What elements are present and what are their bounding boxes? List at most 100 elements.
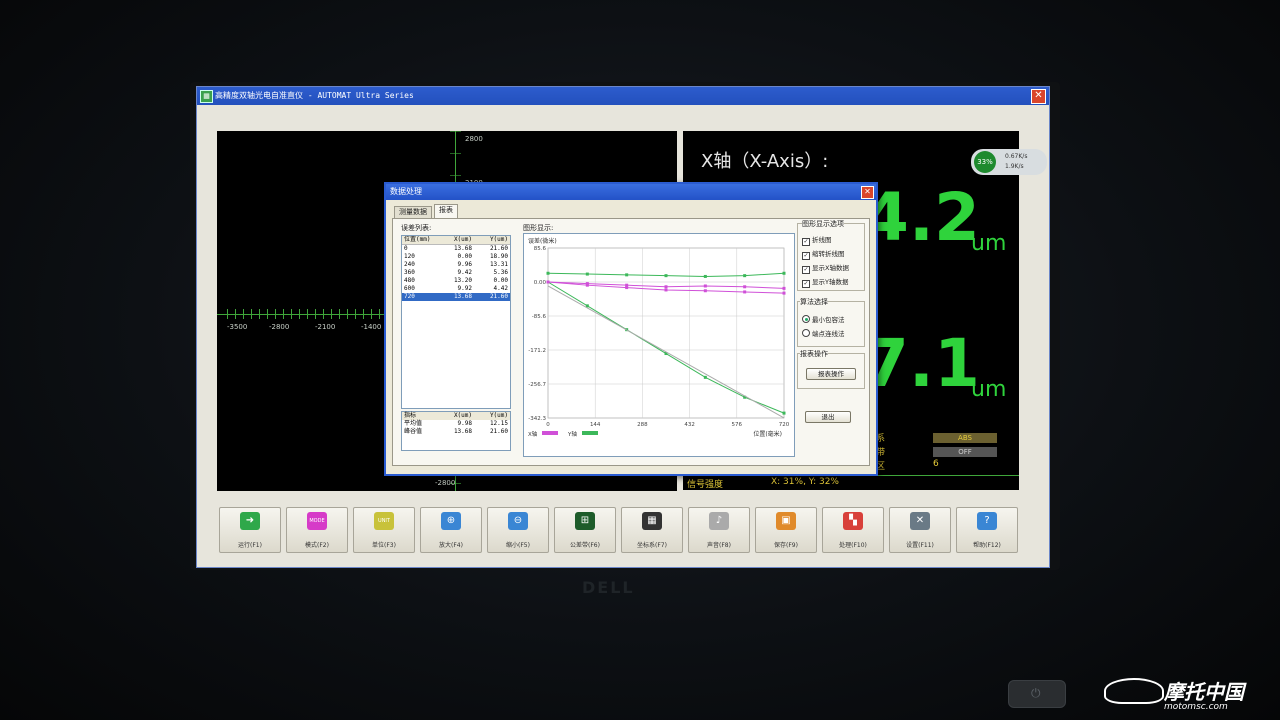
- data-point: [703, 375, 707, 379]
- toolbar-button-label: 公差带(F6): [570, 542, 600, 549]
- dialog-close-button[interactable]: ✕: [861, 186, 874, 199]
- toolbar-button-5[interactable]: ⊞ 公差带(F6): [554, 507, 616, 553]
- table-cell: X(um): [453, 412, 472, 419]
- radio-icon: [802, 315, 810, 323]
- algo-endpoint[interactable]: 端点连线法: [802, 328, 845, 338]
- tolerance-icon: ⊞: [575, 512, 595, 530]
- tab-measure-data[interactable]: 测量数据: [394, 206, 432, 218]
- window-title: 高精度双轴光电自准直仪 - AUTOMAT Ultra Series: [215, 91, 414, 100]
- table-cell: 360: [404, 269, 415, 276]
- summary-table: 指标 X(um) Y(um) 平均值 9.98 12.15 峰谷值 13.68 21.60: [401, 411, 511, 451]
- mode-icon: MODE: [307, 512, 327, 530]
- x-tick-label: 288: [637, 422, 648, 428]
- scope-x-tick: -3500: [227, 323, 248, 331]
- table-row[interactable]: 480 13.20 0.00: [402, 277, 510, 285]
- motorcycle-logo-icon: [1104, 678, 1164, 704]
- table-row[interactable]: 120 0.00 18.90: [402, 253, 510, 261]
- zoom-out-icon: ⊖: [508, 512, 528, 530]
- table-cell: 12.15: [489, 420, 508, 427]
- toolbar-button-label: 声音(F8): [707, 542, 731, 549]
- power-button[interactable]: ⏻: [1008, 680, 1066, 708]
- table-row[interactable]: 平均值 9.98 12.15: [402, 420, 510, 428]
- scope-x-ticks: [227, 309, 392, 319]
- checkbox-icon: ✓: [802, 252, 810, 260]
- option-rotated-line-chart[interactable]: ✓ 缩转折线图: [802, 248, 845, 260]
- y-tick-label: -256.7: [528, 382, 546, 388]
- toolbar-button-4[interactable]: ⊖ 缩小(F5): [487, 507, 549, 553]
- table-cell: 600: [404, 285, 415, 292]
- y-tick-label: -171.2: [528, 348, 546, 354]
- sound-icon: ♪: [709, 512, 729, 530]
- legend-swatch: [582, 431, 598, 435]
- error-chart: 85.6 0.00 -85.6 -171.2 -256.7 -342.3 0 144 288 43…: [523, 233, 795, 457]
- watermark: 摩托中国 motomsc.com: [1104, 676, 1274, 716]
- data-point: [782, 271, 786, 275]
- error-table[interactable]: 位置(mm) X(um) Y(um) 0 13.68 21.60 120 0.00 18.90 2…: [401, 235, 511, 409]
- data-point: [664, 288, 668, 292]
- toolbar-button-label: 设置(F11): [906, 542, 934, 549]
- error-chart-svg: 85.6 0.00 -85.6 -171.2 -256.7 -342.30 144 288 43…: [528, 237, 790, 438]
- data-point: [625, 283, 629, 287]
- data-point: [782, 286, 786, 290]
- x-axis-label: 位置(毫米): [753, 430, 782, 438]
- toolbar-button-1[interactable]: MODE 模式(F2): [286, 507, 348, 553]
- toolbar-button-0[interactable]: ➜ 运行(F1): [219, 507, 281, 553]
- y-axis-label: 误差(微米): [528, 237, 557, 245]
- option-label: 显示X轴数据: [812, 264, 849, 272]
- algo-min-zone[interactable]: 最小包容法: [802, 314, 845, 324]
- table-cell: 9.98: [457, 420, 472, 427]
- watermark-cn: 摩托中国: [1164, 680, 1244, 704]
- tab-report[interactable]: 报表: [434, 204, 458, 218]
- network-percent: 33%: [974, 151, 996, 173]
- toolbar-button-label: 模式(F2): [305, 542, 329, 549]
- y-tick-label: -85.6: [532, 314, 547, 320]
- monitor-logo: DELL: [582, 578, 635, 597]
- report-panel: 误差列表: 位置(mm) X(um) Y(um) 0 13.68 21.60 120 0.00…: [392, 218, 870, 466]
- toolbar-button-9[interactable]: ▚ 处理(F10): [822, 507, 884, 553]
- option-line-chart[interactable]: ✓ 折线图: [802, 234, 832, 246]
- coord-value: ABS: [933, 433, 997, 443]
- table-row[interactable]: 峰谷值 13.68 21.60: [402, 428, 510, 436]
- table-cell: 9.96: [457, 261, 472, 268]
- table-header: 位置(mm) X(um) Y(um): [402, 236, 510, 245]
- help-icon: ?: [977, 512, 997, 530]
- table-row[interactable]: 240 9.96 13.31: [402, 261, 510, 269]
- table-cell: 5.36: [493, 269, 508, 276]
- zone-value: 6: [933, 459, 939, 469]
- table-row[interactable]: 0 13.68 21.60: [402, 245, 510, 253]
- scope-x-tick: -2800: [269, 323, 290, 331]
- dialog-title-bar: 数据处理 ✕: [386, 184, 876, 200]
- scope-x-tick: -1400: [361, 323, 382, 331]
- toolbar-button-label: 坐标系(F7): [637, 542, 667, 549]
- report-button[interactable]: 报表操作: [806, 368, 856, 380]
- display-options-label: 图形显示选项: [802, 219, 844, 229]
- coordinate-icon: ▦: [642, 512, 662, 530]
- toolbar-button-7[interactable]: ♪ 声音(F8): [688, 507, 750, 553]
- option-label: 折线图: [812, 236, 832, 244]
- table-row[interactable]: 360 9.42 5.36: [402, 269, 510, 277]
- table-row[interactable]: 600 9.92 4.42: [402, 285, 510, 293]
- toolbar-button-10[interactable]: ✕ 设置(F11): [889, 507, 951, 553]
- toolbar-button-6[interactable]: ▦ 坐标系(F7): [621, 507, 683, 553]
- toolbar-button-11[interactable]: ? 帮助(F12): [956, 507, 1018, 553]
- signal-bar: 信号强度 X: 31%, Y: 32%: [683, 475, 1019, 490]
- power-icon: ⏻: [1031, 686, 1041, 700]
- table-row[interactable]: 720 13.68 21.60: [402, 293, 510, 301]
- exit-button[interactable]: 退出: [805, 411, 851, 423]
- toolbar-button-2[interactable]: UNIT 单位(F3): [353, 507, 415, 553]
- report-group: 报表操作 报表操作: [797, 349, 865, 389]
- x-tick-label: 144: [590, 422, 601, 428]
- window-close-button[interactable]: ✕: [1031, 89, 1046, 104]
- function-toolbar: ➜ 运行(F1) MODE 模式(F2) UNIT 单位(F3) ⊕ 放大(F4) ⊖ 缩小(F5…: [219, 507, 1029, 553]
- table-cell: 位置(mm): [404, 236, 431, 243]
- table-cell: 13.68: [453, 428, 472, 435]
- table-cell: 13.20: [453, 277, 472, 284]
- toolbar-button-label: 单位(F3): [372, 542, 396, 549]
- option-show-y-data[interactable]: ✓ 显示Y轴数据: [802, 276, 848, 288]
- toolbar-button-8[interactable]: ▣ 保存(F9): [755, 507, 817, 553]
- table-cell: 峰谷值: [404, 428, 423, 435]
- toolbar-button-3[interactable]: ⊕ 放大(F4): [420, 507, 482, 553]
- toolbar-button-label: 缩小(F5): [506, 542, 530, 549]
- data-point: [782, 291, 786, 295]
- option-show-x-data[interactable]: ✓ 显示X轴数据: [802, 262, 849, 274]
